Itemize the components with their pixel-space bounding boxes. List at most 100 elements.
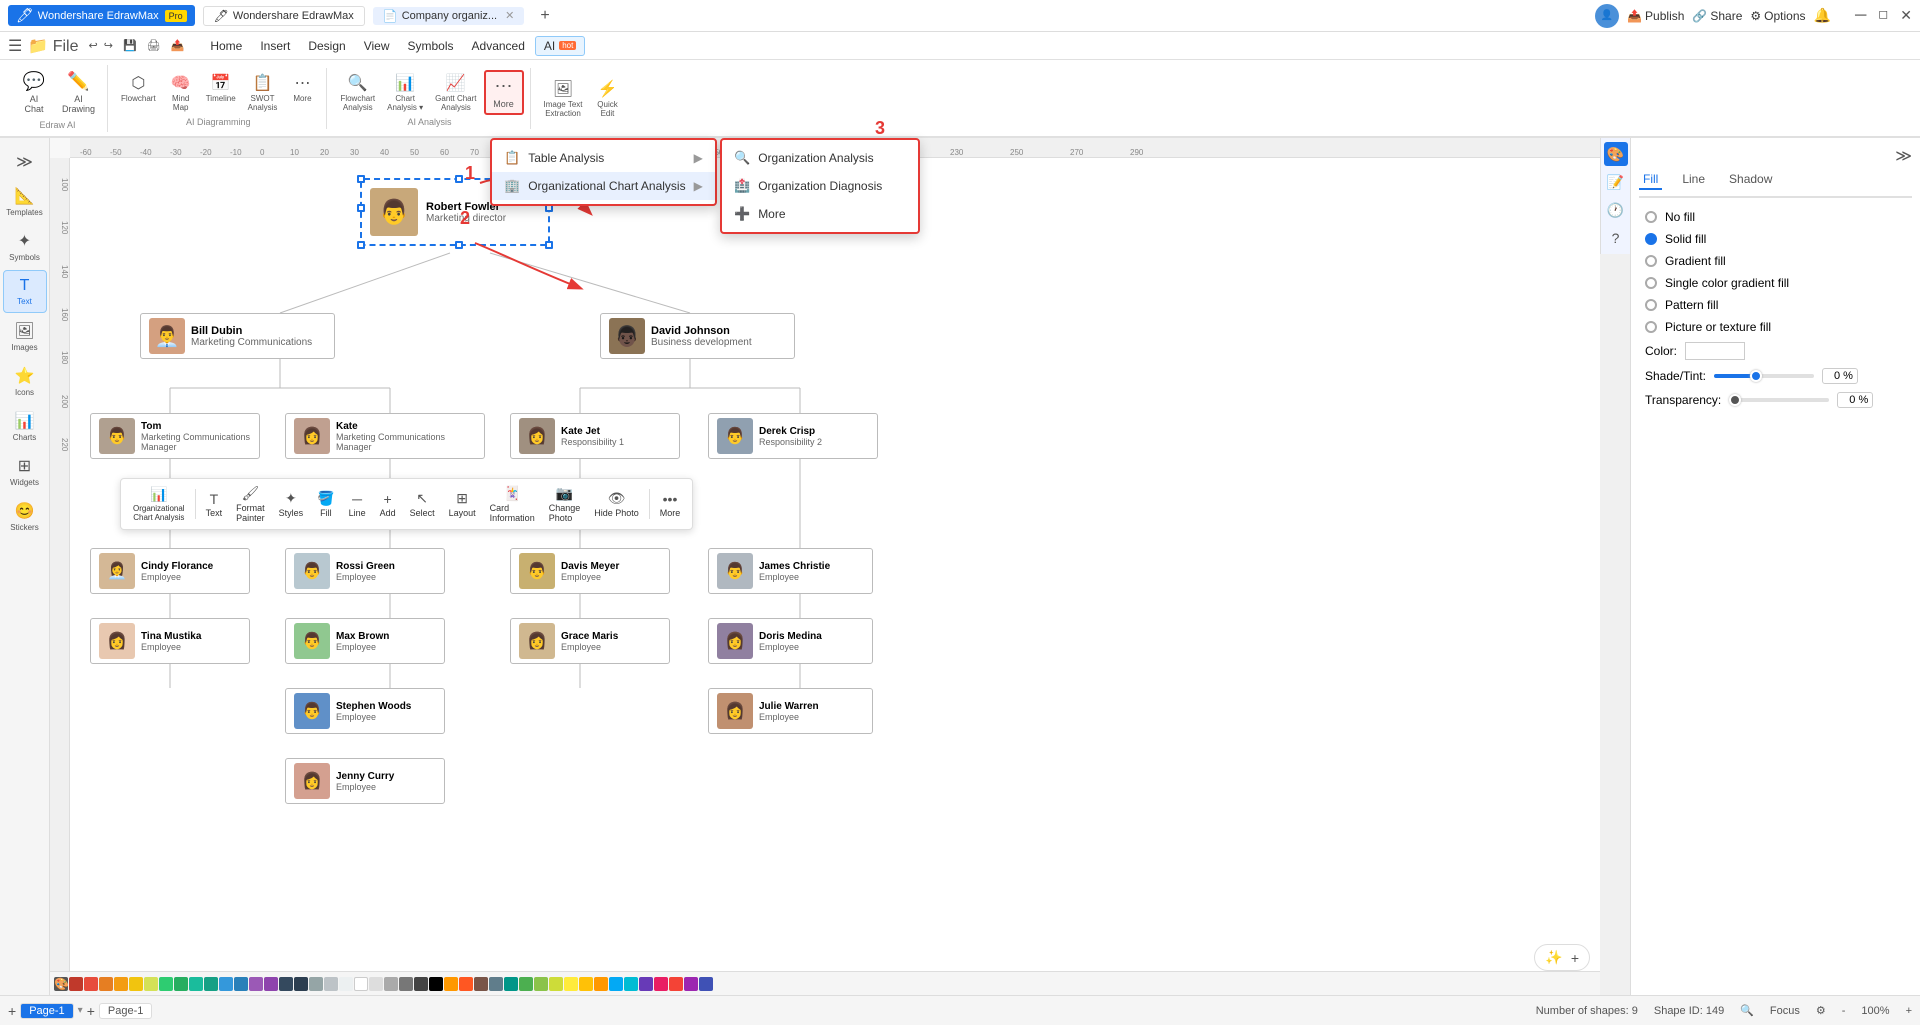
maximize-button[interactable]: ◻ xyxy=(1878,7,1888,25)
panel-icon-history[interactable]: 🕐 xyxy=(1604,198,1628,222)
fill-option-picture[interactable]: Picture or texture fill xyxy=(1639,316,1912,338)
page-tab-1[interactable]: Page-1 xyxy=(20,1003,73,1019)
panel-icon-fill[interactable]: 🎨 xyxy=(1604,142,1628,166)
palette-dot-18[interactable] xyxy=(324,977,338,991)
palette-dot-29[interactable] xyxy=(489,977,503,991)
file-menu[interactable]: 📁 File xyxy=(28,36,78,56)
ft-fill[interactable]: 🪣 Fill xyxy=(311,487,340,521)
zoom-icon[interactable]: 🔍 xyxy=(1740,1004,1754,1017)
palette-dot-32[interactable] xyxy=(534,977,548,991)
palette-dot-16[interactable] xyxy=(294,977,308,991)
share-button[interactable]: 🔗 Share xyxy=(1692,9,1742,23)
sidebar-symbols[interactable]: ✦ Symbols xyxy=(3,225,47,268)
org-david-box[interactable]: 👨🏿 David Johnson Business development xyxy=(600,313,795,359)
palette-dot-34[interactable] xyxy=(564,977,578,991)
sidebar-charts[interactable]: 📊 Charts xyxy=(3,405,47,448)
org-grace-box[interactable]: 👩 Grace Maris Employee xyxy=(510,618,670,664)
palette-dot-26[interactable] xyxy=(444,977,458,991)
page-tab-2[interactable]: Page-1 xyxy=(99,1003,152,1019)
menu-symbols[interactable]: Symbols xyxy=(400,37,462,55)
palette-dot-15[interactable] xyxy=(279,977,293,991)
org-jenny-box[interactable]: 👩 Jenny Curry Employee xyxy=(285,758,445,804)
export-button[interactable]: 📤 xyxy=(171,39,185,52)
transparency-percent-input[interactable] xyxy=(1837,392,1873,408)
user-avatar[interactable]: 👤 xyxy=(1595,4,1619,28)
minimize-button[interactable]: ─ xyxy=(1855,7,1866,25)
org-stephen-box[interactable]: 👨 Stephen Woods Employee xyxy=(285,688,445,734)
palette-dot-7[interactable] xyxy=(159,977,173,991)
mind-map-button[interactable]: 🧠 MindMap xyxy=(163,70,199,115)
ft-format-painter[interactable]: 🖌 FormatPainter xyxy=(230,482,271,526)
flowchart-button[interactable]: ⬡ Flowchart xyxy=(116,70,161,115)
menu-view[interactable]: View xyxy=(356,37,398,55)
zoom-in-btn[interactable]: + xyxy=(1906,1005,1912,1017)
dropdown-table-analysis[interactable]: 📋 Table Analysis ▶ xyxy=(492,144,715,172)
palette-dot-28[interactable] xyxy=(474,977,488,991)
ft-hide-photo[interactable]: 👁 Hide Photo xyxy=(588,487,645,521)
palette-dot-21[interactable] xyxy=(369,977,383,991)
panel-icon-help[interactable]: ? xyxy=(1604,226,1628,250)
swot-button[interactable]: 📋 SWOTAnalysis xyxy=(243,70,283,115)
ai-drawing-button[interactable]: ✏️ AIDrawing xyxy=(56,67,101,118)
ft-more[interactable]: ••• More xyxy=(654,488,687,521)
more-analysis-button[interactable]: ⋯ More xyxy=(484,70,524,115)
ft-styles[interactable]: ✦ Styles xyxy=(273,487,310,521)
menu-ai[interactable]: AI hot xyxy=(535,36,585,56)
ft-change-photo[interactable]: 📷 ChangePhoto xyxy=(543,482,587,526)
tab-fill[interactable]: Fill xyxy=(1639,170,1662,190)
menu-design[interactable]: Design xyxy=(300,37,353,55)
sidebar-templates[interactable]: 📐 Templates xyxy=(3,180,47,223)
sidebar-expand[interactable]: ≫ xyxy=(3,146,47,178)
fill-option-gradient[interactable]: Gradient fill xyxy=(1639,250,1912,272)
new-tab-button[interactable]: + xyxy=(540,7,549,25)
palette-dot-31[interactable] xyxy=(519,977,533,991)
palette-dot-5[interactable] xyxy=(129,977,143,991)
settings-icon[interactable]: ⚙ xyxy=(1816,1004,1826,1017)
org-julie-box[interactable]: 👩 Julie Warren Employee xyxy=(708,688,873,734)
org-doris-box[interactable]: 👩 Doris Medina Employee xyxy=(708,618,873,664)
palette-dot-40[interactable] xyxy=(654,977,668,991)
palette-dot-42[interactable] xyxy=(684,977,698,991)
palette-dot-17[interactable] xyxy=(309,977,323,991)
org-max-box[interactable]: 👨 Max Brown Employee xyxy=(285,618,445,664)
shade-percent-input[interactable] xyxy=(1822,368,1858,384)
org-rossi-box[interactable]: 👨 Rossi Green Employee xyxy=(285,548,445,594)
tab-edrawmax[interactable]: 🖊 Wondershare EdrawMax xyxy=(203,6,365,26)
fill-option-pattern[interactable]: Pattern fill xyxy=(1639,294,1912,316)
ft-add[interactable]: + Add xyxy=(374,488,402,521)
sidebar-icons[interactable]: ⭐ Icons xyxy=(3,360,47,403)
ft-card-info[interactable]: 🃏 CardInformation xyxy=(484,482,541,526)
ft-line[interactable]: ─ Line xyxy=(343,488,372,521)
palette-dot-24[interactable] xyxy=(414,977,428,991)
org-bill-box[interactable]: 👨‍💼 Bill Dubin Marketing Communications xyxy=(140,313,335,359)
org-kate-box[interactable]: 👩 Kate Marketing Communications Manager xyxy=(285,413,485,459)
page-add-icon2[interactable]: + xyxy=(87,1003,95,1019)
menu-home[interactable]: Home xyxy=(202,37,250,55)
palette-dot-43[interactable] xyxy=(699,977,713,991)
focus-label[interactable]: Focus xyxy=(1770,1005,1800,1017)
save-button[interactable]: 💾 xyxy=(123,39,137,52)
palette-dot-41[interactable] xyxy=(669,977,683,991)
sidebar-toggle[interactable]: ☰ xyxy=(8,36,22,56)
org-derek-box[interactable]: 👨 Derek Crisp Responsibility 2 xyxy=(708,413,878,459)
palette-dot-3[interactable] xyxy=(99,977,113,991)
shade-slider-track[interactable] xyxy=(1714,374,1814,378)
menu-insert[interactable]: Insert xyxy=(252,37,298,55)
fill-option-none[interactable]: No fill xyxy=(1639,206,1912,228)
options-button[interactable]: ⚙ Options xyxy=(1750,9,1805,23)
dropdown-org-analysis-sub[interactable]: 🔍 Organization Analysis xyxy=(722,144,918,172)
dropdown-org-analysis[interactable]: 🏢 Organizational Chart Analysis ▶ xyxy=(492,172,715,200)
palette-dot-14[interactable] xyxy=(264,977,278,991)
dropdown-org-diagnosis[interactable]: 🏥 Organization Diagnosis xyxy=(722,172,918,200)
palette-dot-37[interactable] xyxy=(609,977,623,991)
palette-dot-39[interactable] xyxy=(639,977,653,991)
tab-document[interactable]: 📄 Company organiz... ✕ xyxy=(373,7,525,25)
chart-analysis-button[interactable]: 📊 ChartAnalysis ▾ xyxy=(382,70,428,115)
image-text-button[interactable]: 🖼 Image TextExtraction xyxy=(539,76,588,121)
org-tina-box[interactable]: 👩 Tina Mustika Employee xyxy=(90,618,250,664)
palette-dot-20[interactable] xyxy=(354,977,368,991)
sidebar-images[interactable]: 🖼 Images xyxy=(3,315,47,358)
palette-dot-8[interactable] xyxy=(174,977,188,991)
org-tom-box[interactable]: 👨 Tom Marketing Communications Manager xyxy=(90,413,260,459)
palette-dot-38[interactable] xyxy=(624,977,638,991)
